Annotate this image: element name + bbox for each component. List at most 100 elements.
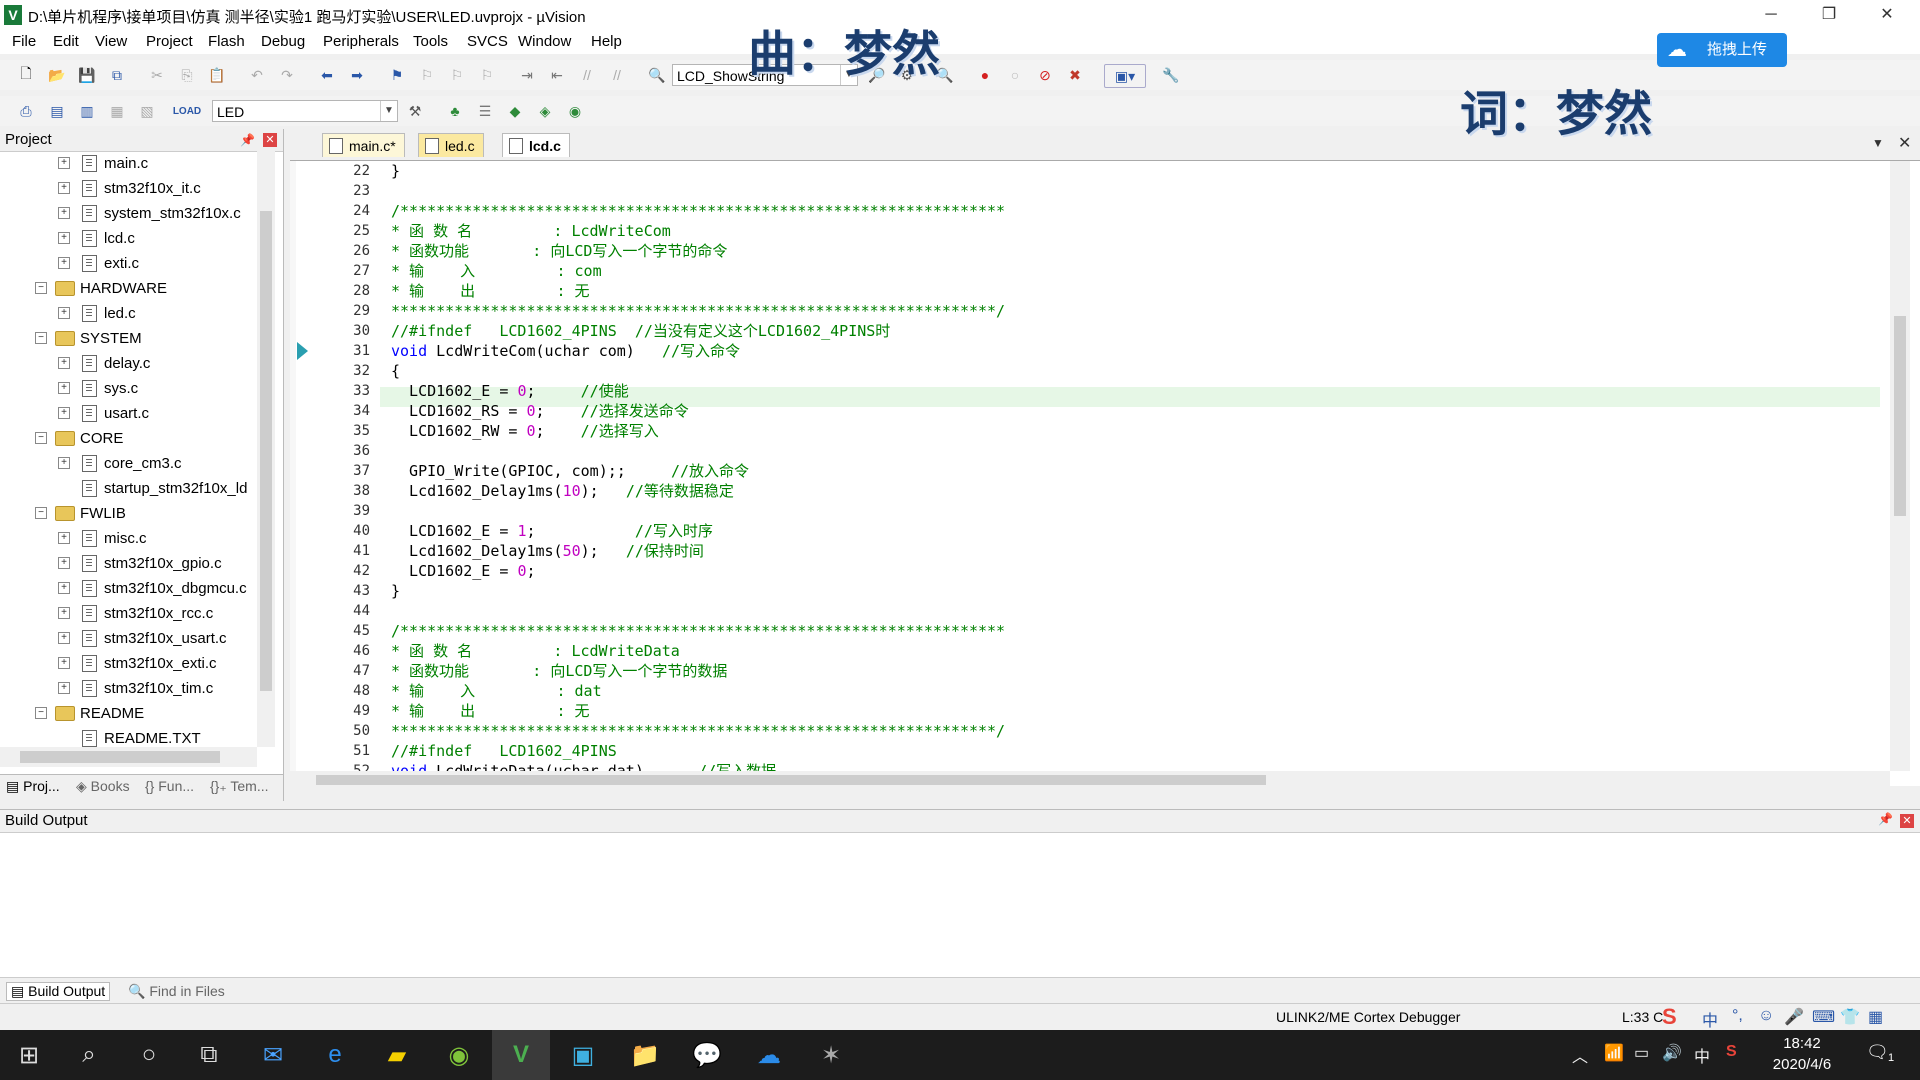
tool-app-icon[interactable]: ✶ xyxy=(802,1030,860,1080)
cut-icon[interactable]: ✂ xyxy=(146,64,168,86)
runtime-env-icon[interactable]: ◉ xyxy=(564,100,586,122)
menu-tools[interactable]: Tools xyxy=(413,33,448,50)
bookmark-icon[interactable]: ⚑ xyxy=(386,64,408,86)
tab-main-c[interactable]: main.c* xyxy=(322,133,405,157)
baidu-netdisk-icon[interactable]: ☁ xyxy=(740,1030,798,1080)
build-icon[interactable]: ▤ xyxy=(46,100,68,122)
clock-date[interactable]: 2020/4/6 xyxy=(1767,1056,1837,1073)
ime-user-icon[interactable]: 👕 xyxy=(1840,1007,1860,1027)
target-options-icon[interactable]: ⚒ xyxy=(404,100,426,122)
mail-icon[interactable]: ✉ xyxy=(244,1030,302,1080)
drag-upload-button[interactable]: ☁ 拖拽上传 xyxy=(1657,33,1787,67)
tab-find-in-files[interactable]: 🔍 Find in Files xyxy=(128,983,225,1000)
task-view-icon[interactable]: ⧉ xyxy=(180,1030,238,1080)
pin-icon[interactable]: 📌 xyxy=(1878,812,1893,826)
tab-list-chevron-icon[interactable]: ▼ xyxy=(1872,136,1884,150)
tab-books[interactable]: ◈ Books xyxy=(76,778,130,795)
tab-project[interactable]: ▤ Proj... xyxy=(6,778,60,795)
menu-help[interactable]: Help xyxy=(591,33,622,50)
menu-edit[interactable]: Edit xyxy=(53,33,79,50)
ime-emoji-icon[interactable]: ☺ xyxy=(1758,1007,1774,1025)
redo-icon[interactable]: ↷ xyxy=(276,64,298,86)
disable-breakpoint-icon[interactable]: ○ xyxy=(1004,64,1026,86)
ime-voice-icon[interactable]: 🎤 xyxy=(1784,1007,1804,1027)
cortana-icon[interactable]: ○ xyxy=(120,1030,178,1080)
menu-peripherals[interactable]: Peripherals xyxy=(323,33,399,50)
stop-build-icon[interactable]: ▧ xyxy=(136,100,158,122)
save-icon[interactable]: 💾 xyxy=(76,64,98,86)
menu-svcs[interactable]: SVCS xyxy=(467,33,508,50)
undo-icon[interactable]: ↶ xyxy=(246,64,268,86)
tab-led-c[interactable]: led.c xyxy=(418,133,484,157)
uncomment-icon[interactable]: // xyxy=(606,64,628,86)
search-icon[interactable]: ⌕ xyxy=(60,1030,118,1080)
code-editor[interactable]: 22} 23 24 /********************************… xyxy=(290,160,1920,789)
close-window-button[interactable]: ✕ xyxy=(1858,0,1916,30)
target-combo[interactable]: LED ▼ xyxy=(212,100,398,122)
unindent-icon[interactable]: ⇤ xyxy=(546,64,568,86)
save-all-icon[interactable]: ⧉ xyxy=(106,64,128,86)
notification-icon[interactable]: 🗨 xyxy=(1866,1042,1889,1063)
close-panel-icon[interactable]: ✕ xyxy=(1900,814,1914,828)
network-icon[interactable]: 📶 xyxy=(1604,1043,1624,1063)
find-in-files-icon[interactable]: 🔍 xyxy=(646,64,668,86)
nav-back-icon[interactable]: ⬅ xyxy=(316,64,338,86)
multi-project-icon[interactable]: ☰ xyxy=(474,100,496,122)
wechat-icon[interactable]: 💬 xyxy=(678,1030,736,1080)
ime-keyboard-icon[interactable]: ⌨ xyxy=(1812,1007,1835,1027)
ime-chinese-mode[interactable]: 中 xyxy=(1702,1007,1718,1031)
windows-start-icon[interactable]: ⊞ xyxy=(0,1030,58,1080)
tab-lcd-c[interactable]: lcd.c xyxy=(502,133,570,157)
paste-icon[interactable]: 📋 xyxy=(206,64,228,86)
menu-view[interactable]: View xyxy=(95,33,127,50)
rebuild-icon[interactable]: ▥ xyxy=(76,100,98,122)
tab-functions[interactable]: {} Fun... xyxy=(145,778,194,794)
batch-build-icon[interactable]: ▦ xyxy=(106,100,128,122)
pack-installer-icon[interactable]: ◈ xyxy=(534,100,556,122)
configure-icon[interactable]: 🔧 xyxy=(1160,64,1182,86)
menu-file[interactable]: File xyxy=(12,33,36,50)
nav-forward-icon[interactable]: ➡ xyxy=(346,64,368,86)
tab-templates[interactable]: {}₊ Tem... xyxy=(210,778,269,795)
kill-breakpoints-icon[interactable]: ✖ xyxy=(1064,64,1086,86)
edge-icon[interactable]: e xyxy=(306,1030,364,1080)
minimize-button[interactable]: ─ xyxy=(1742,0,1800,30)
tray-ime-indicator[interactable]: 中 xyxy=(1694,1043,1710,1067)
indent-icon[interactable]: ⇥ xyxy=(516,64,538,86)
menu-project[interactable]: Project xyxy=(146,33,193,50)
remote-app-icon[interactable]: ▣ xyxy=(554,1030,612,1080)
next-bookmark-icon[interactable]: ⚐ xyxy=(446,64,468,86)
editor-vscrollbar[interactable] xyxy=(1890,161,1910,771)
close-panel-icon[interactable]: ✕ xyxy=(263,133,277,147)
restore-button[interactable]: ❐ xyxy=(1800,0,1858,30)
copy-icon[interactable]: ⎘ xyxy=(176,64,198,86)
clock-time[interactable]: 18:42 xyxy=(1772,1035,1832,1052)
translate-icon[interactable]: ⎙ xyxy=(15,100,37,122)
clear-bookmarks-icon[interactable]: ⚐ xyxy=(476,64,498,86)
sogou-tray-icon[interactable]: S xyxy=(1726,1043,1737,1061)
scroll-thumb[interactable] xyxy=(316,775,1266,785)
ime-toolbox-icon[interactable]: ▦ xyxy=(1868,1007,1883,1027)
battery-icon[interactable]: ▭ xyxy=(1634,1043,1649,1063)
build-output-text[interactable] xyxy=(4,836,1894,966)
pin-icon[interactable]: 📌 xyxy=(240,129,255,151)
chevron-down-icon[interactable]: ▼ xyxy=(380,101,397,121)
file-explorer-icon[interactable]: 📁 xyxy=(616,1030,674,1080)
menu-window[interactable]: Window xyxy=(518,33,571,50)
prev-bookmark-icon[interactable]: ⚐ xyxy=(416,64,438,86)
scroll-thumb[interactable] xyxy=(1894,316,1906,516)
project-vscrollbar[interactable] xyxy=(257,151,275,747)
editor-hscrollbar[interactable] xyxy=(290,771,1890,789)
menu-debug[interactable]: Debug xyxy=(261,33,305,50)
ime-punctuation-icon[interactable]: °, xyxy=(1732,1007,1743,1025)
window-layout-icon[interactable]: ▣▾ xyxy=(1104,64,1146,88)
app-icon[interactable]: ◉ xyxy=(430,1030,488,1080)
volume-icon[interactable]: 🔊 xyxy=(1662,1043,1682,1063)
comment-icon[interactable]: // xyxy=(576,64,598,86)
new-file-icon[interactable]: 🗋 xyxy=(15,64,37,86)
scroll-thumb[interactable] xyxy=(260,211,272,691)
breakpoint-icon[interactable]: ● xyxy=(974,64,996,86)
sticky-notes-icon[interactable]: ▰ xyxy=(368,1030,426,1080)
open-file-icon[interactable]: 📂 xyxy=(46,64,68,86)
close-tab-icon[interactable]: ✕ xyxy=(1898,133,1911,153)
